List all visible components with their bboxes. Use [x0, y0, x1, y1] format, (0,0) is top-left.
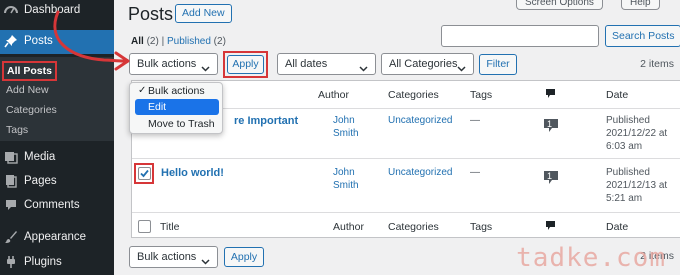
annotation-arrow	[53, 10, 130, 71]
watermark-text: tadke.com	[516, 243, 666, 273]
